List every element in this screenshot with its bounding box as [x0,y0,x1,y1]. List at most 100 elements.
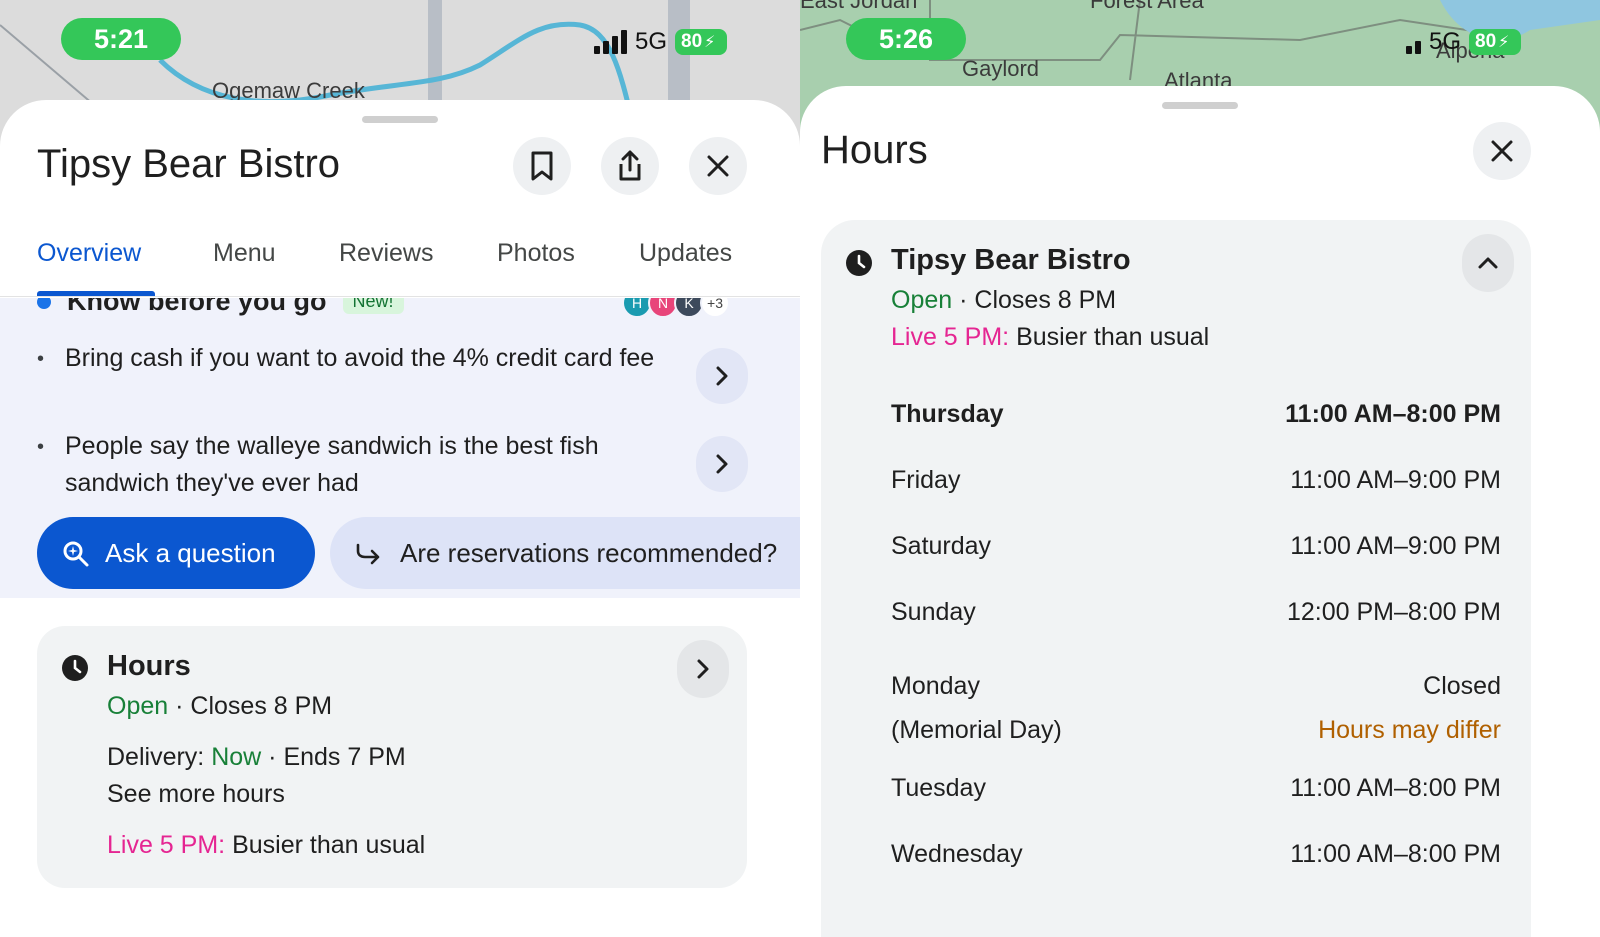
cellular-signal-icon [1406,30,1421,54]
right-screenshot: East Jordan Forest Area Gaylord Atlanta … [800,0,1600,937]
tip-text: Bring cash if you want to avoid the 4% c… [65,344,655,372]
tip-open-button[interactable] [696,348,748,404]
live-label: Live 5 PM: [107,831,226,859]
see-more-hours[interactable]: See more hours [107,780,285,809]
chevron-right-icon [697,659,709,679]
day-row: Wednesday 11:00 AM–8:00 PM [891,840,1501,869]
day-row: Monday (Memorial Day) Closed Hours may d… [891,664,1501,752]
close-icon [707,155,729,177]
day-hours: Closed [1423,672,1501,700]
battery-level: 80 [1475,31,1497,52]
status-indicators: 5G 80 ⚡ [594,28,728,56]
open-status: Open · Closes 8 PM [891,286,1117,314]
day-name: Saturday [891,532,992,560]
day-row: Saturday 11:00 AM–9:00 PM [891,532,1501,561]
holiday-note: (Memorial Day) [891,716,1062,744]
sheet-grabber[interactable] [1162,102,1238,109]
place-sheet: Tipsy Bear Bistro Overview Menu Reviews … [0,100,800,937]
lightbulb-icon [37,298,51,309]
day-name: Thursday [891,400,1004,428]
closes-time: Closes 8 PM [974,286,1117,314]
network-type: 5G [635,28,668,55]
charging-bolt-icon: ⚡ [1498,34,1510,51]
collapse-button[interactable] [1462,234,1514,292]
chevron-right-icon [716,366,728,386]
tab-overview[interactable]: Overview [37,239,141,268]
sparkle-search-icon [63,541,89,567]
day-hours: 11:00 AM–8:00 PM [1290,840,1501,868]
live-text: Busier than usual [1016,323,1210,351]
status-indicators: 5G 80 ⚡ [1406,28,1522,56]
live-busyness: Live 5 PM: Busier than usual [891,323,1209,352]
ask-question-button[interactable]: Ask a question [37,517,315,589]
hours-card[interactable]: Hours Open · Closes 8 PM Delivery: Now ·… [37,626,747,888]
active-tab-indicator [37,291,155,296]
delivery-status: Delivery: Now · Ends 7 PM [107,743,406,771]
open-label: Open [107,692,169,720]
day-hours: 12:00 PM–8:00 PM [1286,598,1501,626]
close-icon [1491,140,1513,162]
charging-bolt-icon: ⚡ [704,34,716,51]
share-icon [619,150,641,181]
map-label-forest-area: Forest Area [1090,0,1204,13]
delivery-now: Now [211,743,262,771]
clock-icon [846,250,872,276]
hours-may-differ-note: Hours may differ [1318,716,1501,744]
hours-sheet-title: Hours [821,128,928,172]
day-row: Tuesday 11:00 AM–8:00 PM [891,774,1501,803]
chevron-right-icon [716,454,728,474]
day-name: Wednesday [891,840,1023,868]
tab-photos[interactable]: Photos [497,239,575,268]
close-button[interactable] [689,137,747,195]
battery-indicator: 80 ⚡ [1469,29,1522,55]
day-name: Friday [891,466,961,494]
network-type: 5G [1429,28,1462,55]
tab-menu[interactable]: Menu [213,239,276,268]
day-name: Tuesday [891,774,986,802]
map-label-east-jordan: East Jordan [800,0,918,13]
hours-sheet: Hours Tipsy Bear Bistro Open · Closes 8 … [800,86,1600,937]
tip-item[interactable]: • Bring cash if you want to avoid the 4%… [37,340,757,377]
day-row: Thursday 11:00 AM–8:00 PM [891,400,1501,429]
bookmark-icon [531,151,553,181]
day-hours: 11:00 AM–8:00 PM [1285,400,1501,428]
know-before-title: Know before you go [67,298,327,316]
battery-indicator: 80 ⚡ [675,29,728,55]
more-avatars-count: +3 [700,298,730,318]
open-status: Open · Closes 8 PM [107,692,333,720]
live-label: Live 5 PM: [891,323,1010,351]
day-hours: 11:00 AM–9:00 PM [1290,532,1501,560]
cellular-signal-icon [594,30,627,54]
day-name: Monday [891,672,980,700]
reply-arrow-icon [356,543,380,565]
ask-question-label: Ask a question [105,537,276,568]
sheet-grabber[interactable] [362,116,438,123]
live-text: Busier than usual [232,831,426,859]
delivery-ends: Ends 7 PM [283,743,406,771]
live-busyness: Live 5 PM: Busier than usual [107,831,425,860]
battery-level: 80 [681,31,703,52]
new-badge: New! [342,298,404,314]
day-hours: 11:00 AM–8:00 PM [1290,774,1501,802]
tip-open-button[interactable] [696,436,748,492]
place-title: Tipsy Bear Bistro [37,142,341,186]
open-label: Open [891,286,953,314]
day-hours: 11:00 AM–9:00 PM [1290,466,1501,494]
closes-time: Closes 8 PM [190,692,333,720]
tab-bar: Overview Menu Reviews Photos Updates [0,225,800,297]
hours-expand-button[interactable] [677,640,729,698]
tip-text: People say the walleye sandwich is the b… [65,432,599,497]
chevron-up-icon [1478,257,1498,269]
save-button[interactable] [513,137,571,195]
delivery-label: Delivery: [107,743,205,771]
tab-updates[interactable]: Updates [639,239,732,268]
tab-reviews[interactable]: Reviews [339,239,433,268]
contributor-avatars: H N K +3 [622,298,730,318]
share-button[interactable] [601,137,659,195]
place-name: Tipsy Bear Bistro [891,244,1131,276]
tip-item[interactable]: • People say the walleye sandwich is the… [37,428,757,502]
suggested-question-chip[interactable]: Are reservations recommended? [330,517,800,589]
close-button[interactable] [1473,122,1531,180]
hours-title: Hours [107,650,191,682]
day-name: Sunday [891,598,976,626]
